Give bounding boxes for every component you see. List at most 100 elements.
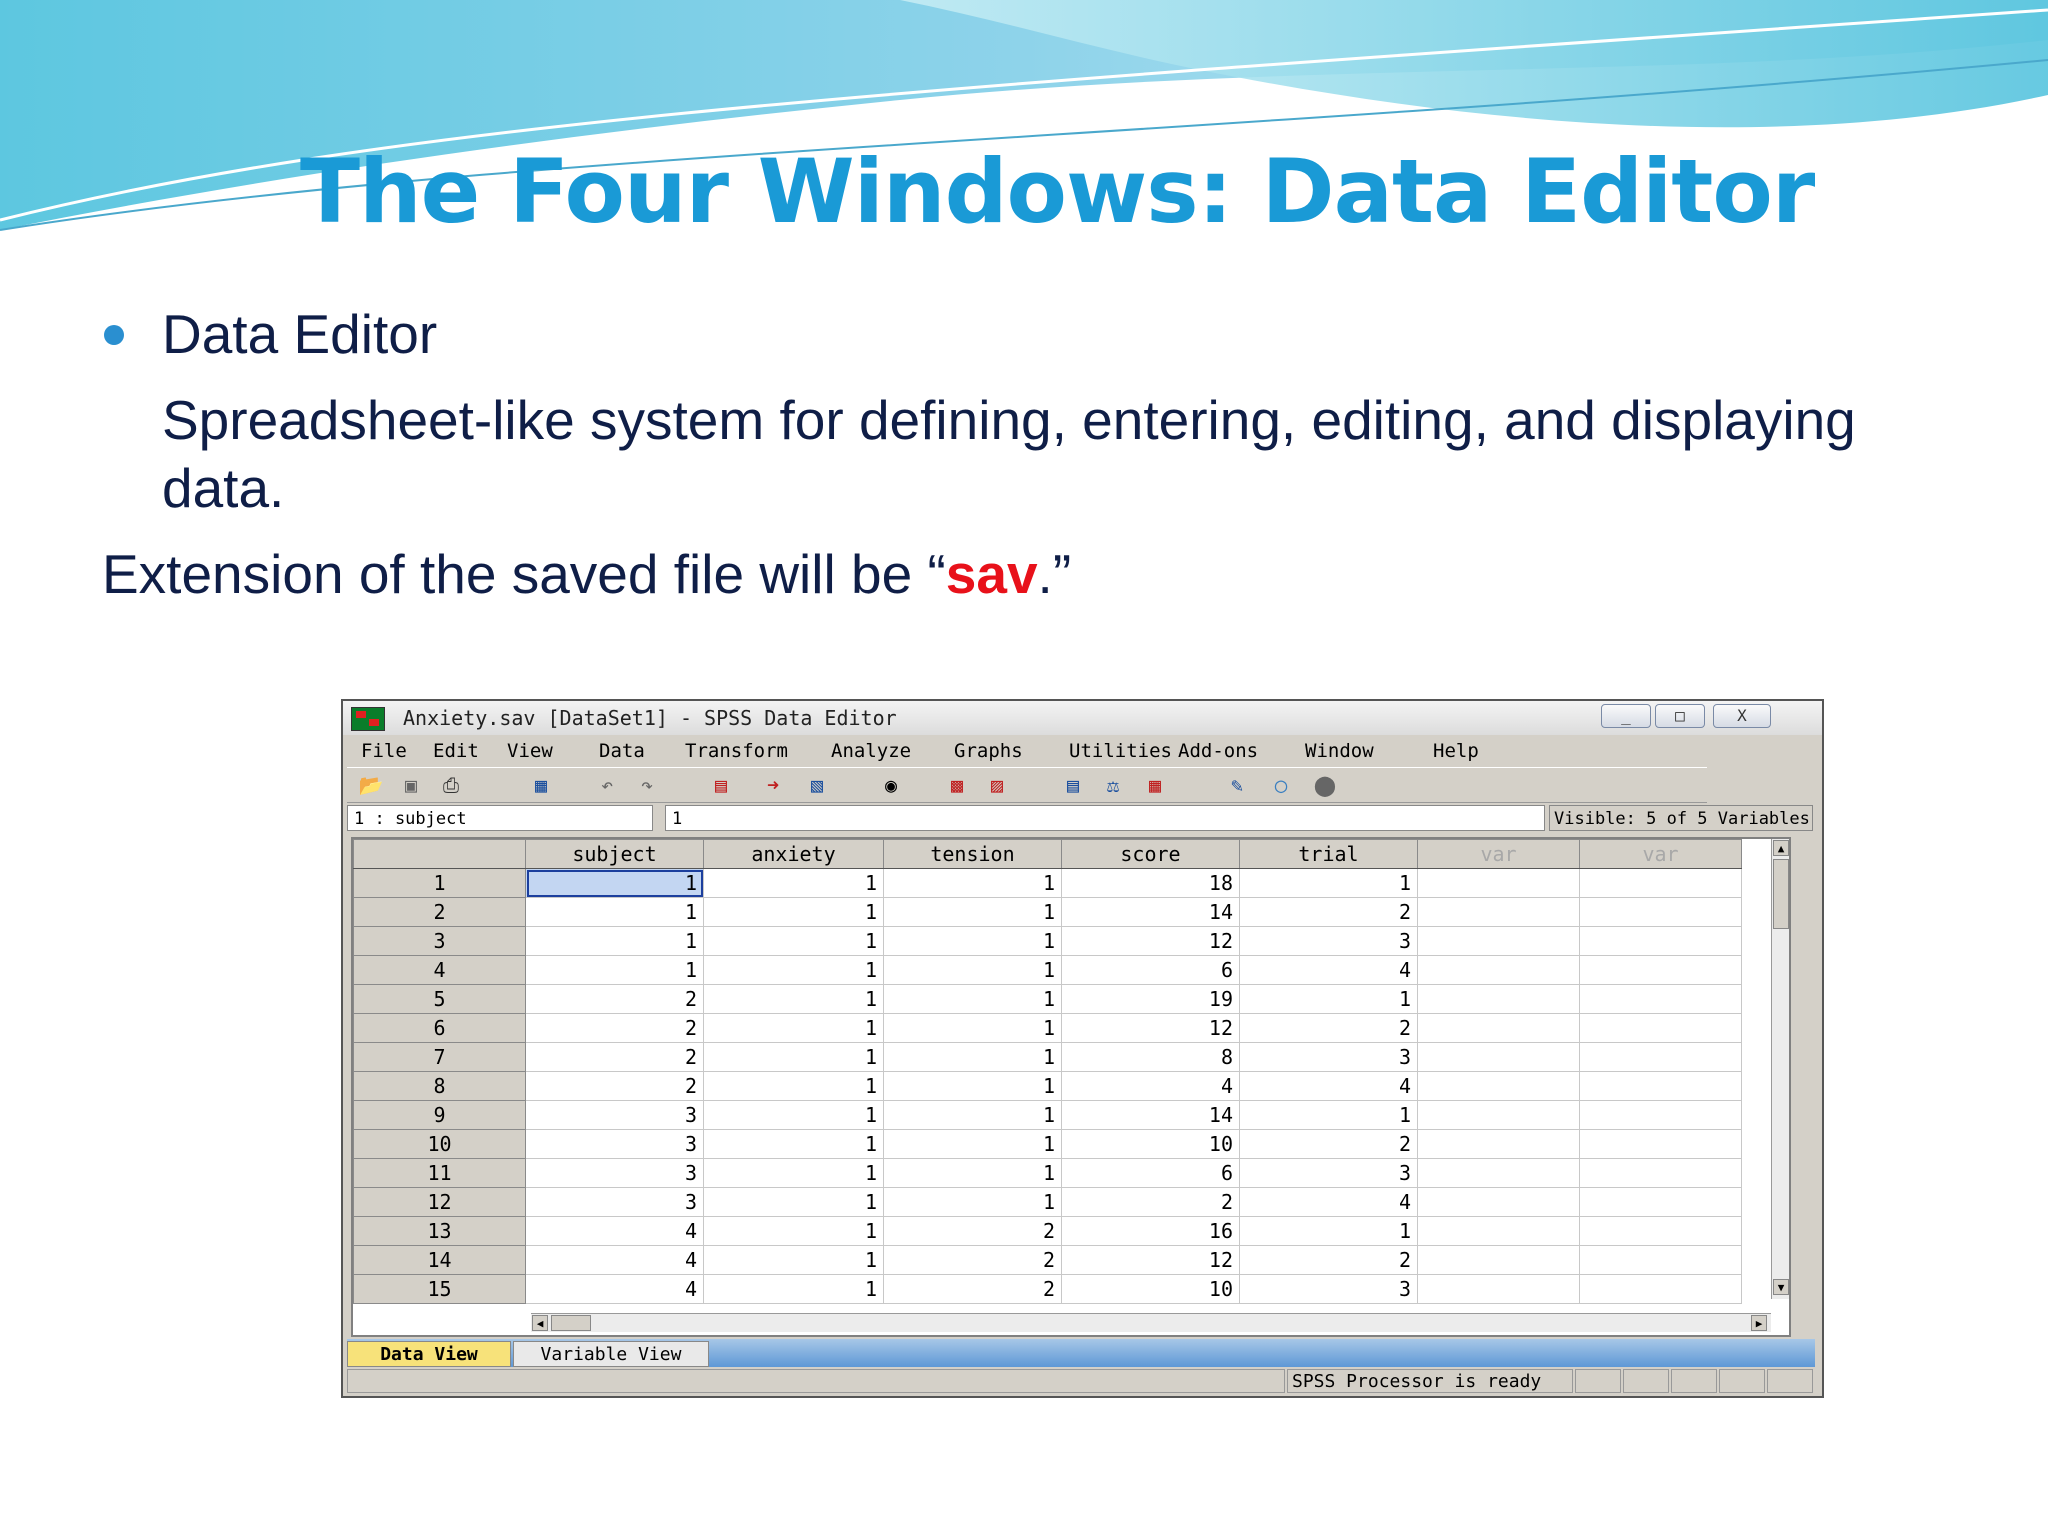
cell-score[interactable]: 12	[1061, 926, 1240, 956]
scroll-up-icon[interactable]: ▲	[1773, 840, 1789, 856]
cell-trial[interactable]: 2	[1239, 1129, 1418, 1159]
cell-tension[interactable]: 1	[883, 1071, 1062, 1101]
column-header-trial[interactable]: trial	[1239, 839, 1418, 869]
cell-var[interactable]	[1579, 955, 1742, 985]
cell-var[interactable]	[1579, 1187, 1742, 1217]
cell-anxiety[interactable]: 1	[703, 1013, 884, 1043]
cell-var[interactable]	[1417, 984, 1580, 1014]
cell-subject[interactable]: 4	[525, 1216, 704, 1246]
cell-tension[interactable]: 1	[883, 1013, 1062, 1043]
redo-icon[interactable]: ↷	[633, 774, 661, 796]
menu-analyze[interactable]: Analyze	[831, 740, 911, 762]
cell-anxiety[interactable]: 1	[703, 1129, 884, 1159]
cell-var[interactable]	[1417, 1158, 1580, 1188]
cell-score[interactable]: 10	[1061, 1274, 1240, 1304]
scroll-left-icon[interactable]: ◀	[532, 1315, 548, 1331]
cell-var[interactable]	[1579, 1274, 1742, 1304]
cell-tension[interactable]: 1	[883, 1129, 1062, 1159]
cell-var[interactable]	[1579, 926, 1742, 956]
cell-var[interactable]	[1579, 1216, 1742, 1246]
select-cases-icon[interactable]: ▦	[1141, 774, 1169, 796]
cell-tension[interactable]: 1	[883, 868, 1062, 898]
menu-file[interactable]: File	[361, 740, 407, 762]
cell-anxiety[interactable]: 1	[703, 1042, 884, 1072]
cell-trial[interactable]: 4	[1239, 1187, 1418, 1217]
maximize-button[interactable]: □	[1655, 704, 1705, 728]
row-number[interactable]: 3	[353, 926, 526, 956]
cell-tension[interactable]: 1	[883, 1158, 1062, 1188]
cell-var[interactable]	[1417, 1071, 1580, 1101]
menu-view[interactable]: View	[507, 740, 553, 762]
cell-tension[interactable]: 1	[883, 897, 1062, 927]
cell-subject[interactable]: 1	[525, 955, 704, 985]
row-number[interactable]: 14	[353, 1245, 526, 1275]
minimize-button[interactable]: _	[1601, 704, 1651, 728]
row-number[interactable]: 8	[353, 1071, 526, 1101]
cell-anxiety[interactable]: 1	[703, 1158, 884, 1188]
close-button[interactable]: X	[1713, 704, 1771, 728]
column-header-subject[interactable]: subject	[525, 839, 704, 869]
cell-tension[interactable]: 2	[883, 1245, 1062, 1275]
horizontal-scrollbar[interactable]: ◀ ▶	[531, 1313, 1771, 1332]
show-all-icon[interactable]: ⬤	[1311, 774, 1339, 796]
cell-trial[interactable]: 3	[1239, 1042, 1418, 1072]
menu-window[interactable]: Window	[1305, 740, 1374, 762]
cell-subject[interactable]: 3	[525, 1100, 704, 1130]
row-number[interactable]: 9	[353, 1100, 526, 1130]
open-icon[interactable]: 📂	[357, 774, 385, 796]
cell-var[interactable]	[1417, 1216, 1580, 1246]
row-number[interactable]: 7	[353, 1042, 526, 1072]
cell-trial[interactable]: 3	[1239, 1158, 1418, 1188]
split-file-icon[interactable]: ▤	[1059, 774, 1087, 796]
cell-trial[interactable]: 4	[1239, 1071, 1418, 1101]
row-number[interactable]: 10	[353, 1129, 526, 1159]
cell-anxiety[interactable]: 1	[703, 1245, 884, 1275]
cell-subject[interactable]: 3	[525, 1158, 704, 1188]
cell-var[interactable]	[1579, 1100, 1742, 1130]
column-header-anxiety[interactable]: anxiety	[703, 839, 884, 869]
cell-score[interactable]: 2	[1061, 1187, 1240, 1217]
goto-variable-icon[interactable]: ➜	[759, 774, 787, 796]
column-header-score[interactable]: score	[1061, 839, 1240, 869]
cell-subject[interactable]: 2	[525, 1071, 704, 1101]
row-number[interactable]: 2	[353, 897, 526, 927]
cell-score[interactable]: 6	[1061, 955, 1240, 985]
cell-var[interactable]	[1579, 1245, 1742, 1275]
cell-var[interactable]	[1417, 1042, 1580, 1072]
cell-var[interactable]	[1579, 897, 1742, 927]
cell-anxiety[interactable]: 1	[703, 1100, 884, 1130]
cell-tension[interactable]: 2	[883, 1216, 1062, 1246]
insert-variable-icon[interactable]: ▨	[983, 774, 1011, 796]
cell-subject[interactable]: 1	[525, 868, 704, 898]
cell-trial[interactable]: 1	[1239, 984, 1418, 1014]
cell-tension[interactable]: 1	[883, 926, 1062, 956]
horizontal-scroll-thumb[interactable]	[551, 1315, 591, 1331]
find-icon[interactable]: ◉	[877, 774, 905, 796]
cell-score[interactable]: 12	[1061, 1013, 1240, 1043]
cell-var[interactable]	[1579, 1042, 1742, 1072]
cell-score[interactable]: 18	[1061, 868, 1240, 898]
cell-subject[interactable]: 2	[525, 1042, 704, 1072]
cell-subject[interactable]: 3	[525, 1129, 704, 1159]
menu-transform[interactable]: Transform	[685, 740, 788, 762]
row-number[interactable]: 1	[353, 868, 526, 898]
row-number[interactable]: 11	[353, 1158, 526, 1188]
row-number[interactable]: 15	[353, 1274, 526, 1304]
cell-anxiety[interactable]: 1	[703, 984, 884, 1014]
cell-trial[interactable]: 1	[1239, 1216, 1418, 1246]
cell-score[interactable]: 14	[1061, 897, 1240, 927]
cell-var[interactable]	[1417, 1100, 1580, 1130]
value-labels-icon[interactable]: ✎	[1223, 774, 1251, 796]
row-number[interactable]: 6	[353, 1013, 526, 1043]
cell-anxiety[interactable]: 1	[703, 897, 884, 927]
cell-var[interactable]	[1417, 955, 1580, 985]
cell-subject[interactable]: 1	[525, 926, 704, 956]
row-number[interactable]: 13	[353, 1216, 526, 1246]
cell-trial[interactable]: 1	[1239, 868, 1418, 898]
cell-anxiety[interactable]: 1	[703, 868, 884, 898]
cell-var[interactable]	[1579, 1129, 1742, 1159]
print-icon[interactable]: ⎙	[437, 774, 465, 796]
row-number[interactable]: 4	[353, 955, 526, 985]
cell-score[interactable]: 14	[1061, 1100, 1240, 1130]
column-header-var[interactable]: var	[1579, 839, 1742, 869]
